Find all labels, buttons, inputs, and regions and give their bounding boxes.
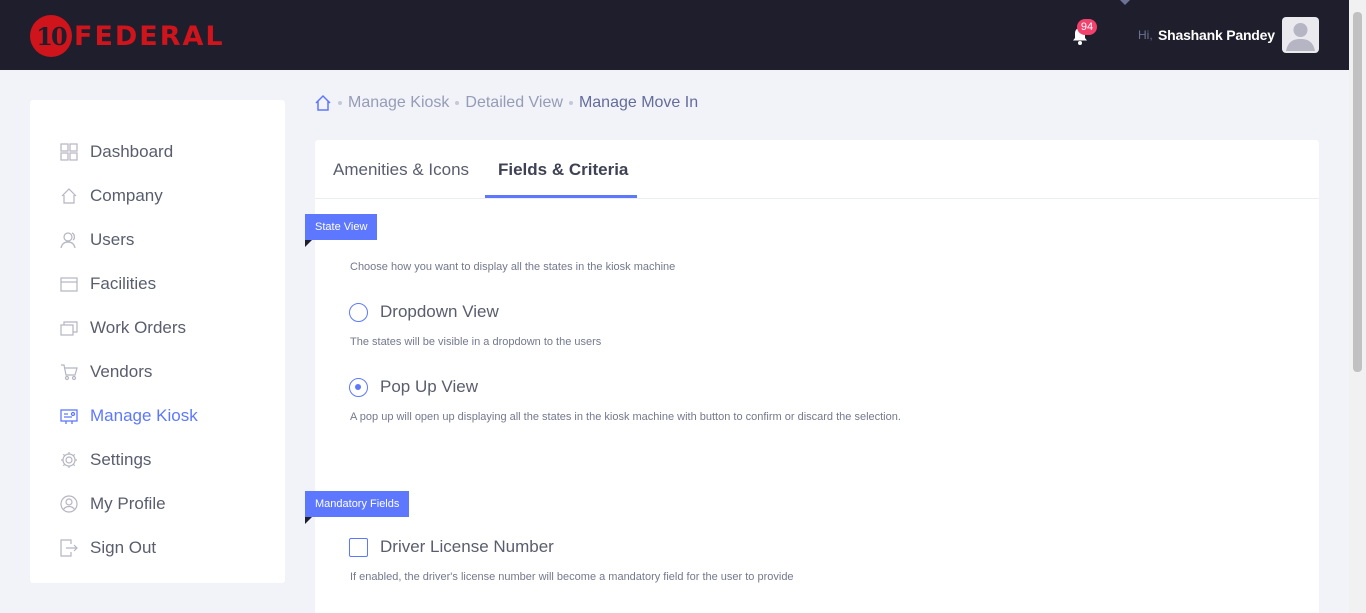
logo-text: FEDERAL — [74, 20, 225, 52]
top-bar: 10 FEDERAL 94 Hi, Shashank Pandey — [0, 0, 1366, 70]
active-tab-indicator — [485, 195, 637, 198]
radio-label: Pop Up View — [380, 377, 478, 396]
sidebar-item-label: Company — [90, 186, 163, 205]
sidebar-item-manage-kiosk[interactable]: Manage Kiosk — [60, 404, 198, 428]
section-ribbon-mandatory-fields: Mandatory Fields — [305, 491, 410, 517]
home-icon[interactable] — [314, 94, 332, 112]
sidebar-item-label: Settings — [90, 450, 152, 469]
checkbox[interactable] — [349, 537, 368, 557]
facilities-icon — [60, 277, 78, 292]
sidebar-item-label: Manage Kiosk — [90, 406, 198, 425]
home-icon — [61, 188, 77, 204]
sidebar-item-label: Users — [90, 230, 135, 249]
sidebar-item-my-profile[interactable]: My Profile — [60, 492, 166, 516]
gear-icon — [61, 452, 77, 468]
dropdown-caret-icon — [1120, 0, 1130, 5]
avatar[interactable] — [1282, 17, 1319, 53]
breadcrumb: Manage Kiosk Detailed View Manage Move I… — [314, 94, 698, 112]
cart-icon — [61, 364, 78, 381]
sidebar-item-settings[interactable]: Settings — [60, 448, 151, 472]
profile-icon — [60, 495, 78, 513]
checkbox-label: Driver License Number — [380, 537, 554, 556]
dashboard-icon — [60, 143, 78, 161]
page-scrollbar[interactable] — [1349, 0, 1366, 613]
dropdown-view-description: The states will be visible in a dropdown… — [350, 336, 602, 348]
sign-out-icon — [60, 539, 78, 557]
pop-up-view-description: A pop up will open up displaying all the… — [350, 411, 901, 423]
state-view-description: Choose how you want to display all the s… — [350, 261, 676, 273]
sidebar-item-sign-out[interactable]: Sign Out — [60, 536, 156, 560]
sidebar-item-dashboard[interactable]: Dashboard — [60, 140, 173, 164]
breadcrumb-separator — [455, 101, 460, 105]
tab-fields-criteria[interactable]: Fields & Criteria — [498, 160, 628, 180]
sidebar-item-label: Facilities — [90, 274, 157, 293]
avatar-icon — [1286, 23, 1315, 51]
checkbox-driver-license-number[interactable]: Driver License Number — [349, 537, 554, 557]
radio-button[interactable] — [349, 302, 368, 322]
sidebar-item-label: Sign Out — [90, 538, 157, 557]
radio-dropdown-view[interactable]: Dropdown View — [349, 302, 499, 322]
sidebar-item-users[interactable]: Users — [60, 228, 134, 252]
section-ribbon-state-view: State View — [305, 214, 378, 240]
kiosk-icon — [60, 409, 78, 424]
radio-pop-up-view[interactable]: Pop Up View — [349, 377, 478, 397]
sidebar-item-label: Work Orders — [90, 318, 187, 337]
tab-amenities-icons[interactable]: Amenities & Icons — [333, 160, 469, 180]
scrollbar-thumb[interactable] — [1353, 12, 1362, 372]
sidebar-item-company[interactable]: Company — [60, 184, 163, 208]
notification-badge: 94 — [1077, 19, 1097, 35]
user-name[interactable]: Shashank Pandey — [1158, 27, 1275, 43]
sidebar-item-vendors[interactable]: Vendors — [60, 360, 152, 384]
sidebar-item-facilities[interactable]: Facilities — [60, 272, 156, 296]
breadcrumb-current: Manage Move In — [578, 94, 699, 111]
radio-label: Dropdown View — [380, 302, 499, 321]
breadcrumb-item[interactable]: Manage Kiosk — [348, 94, 449, 112]
radio-button-checked[interactable] — [349, 377, 368, 397]
tab-bar: Amenities & Icons Fields & Criteria — [315, 140, 1319, 199]
sidebar-item-label: Vendors — [90, 362, 153, 381]
logo-emblem: 10 — [30, 15, 72, 57]
sidebar-item-label: Dashboard — [90, 142, 174, 161]
users-icon — [60, 232, 76, 249]
greeting-text: Hi, — [1138, 28, 1153, 42]
driver-license-description: If enabled, the driver's license number … — [350, 571, 794, 583]
breadcrumb-separator — [338, 101, 342, 105]
sidebar: Dashboard Company Users Facilities Work … — [30, 100, 285, 583]
sidebar-item-work-orders[interactable]: Work Orders — [60, 316, 186, 340]
breadcrumb-item[interactable]: Detailed View — [465, 94, 563, 112]
sidebar-item-label: My Profile — [90, 494, 166, 513]
brand-logo[interactable]: 10 FEDERAL — [30, 14, 225, 58]
work-orders-icon — [60, 321, 78, 336]
breadcrumb-separator — [568, 101, 573, 105]
